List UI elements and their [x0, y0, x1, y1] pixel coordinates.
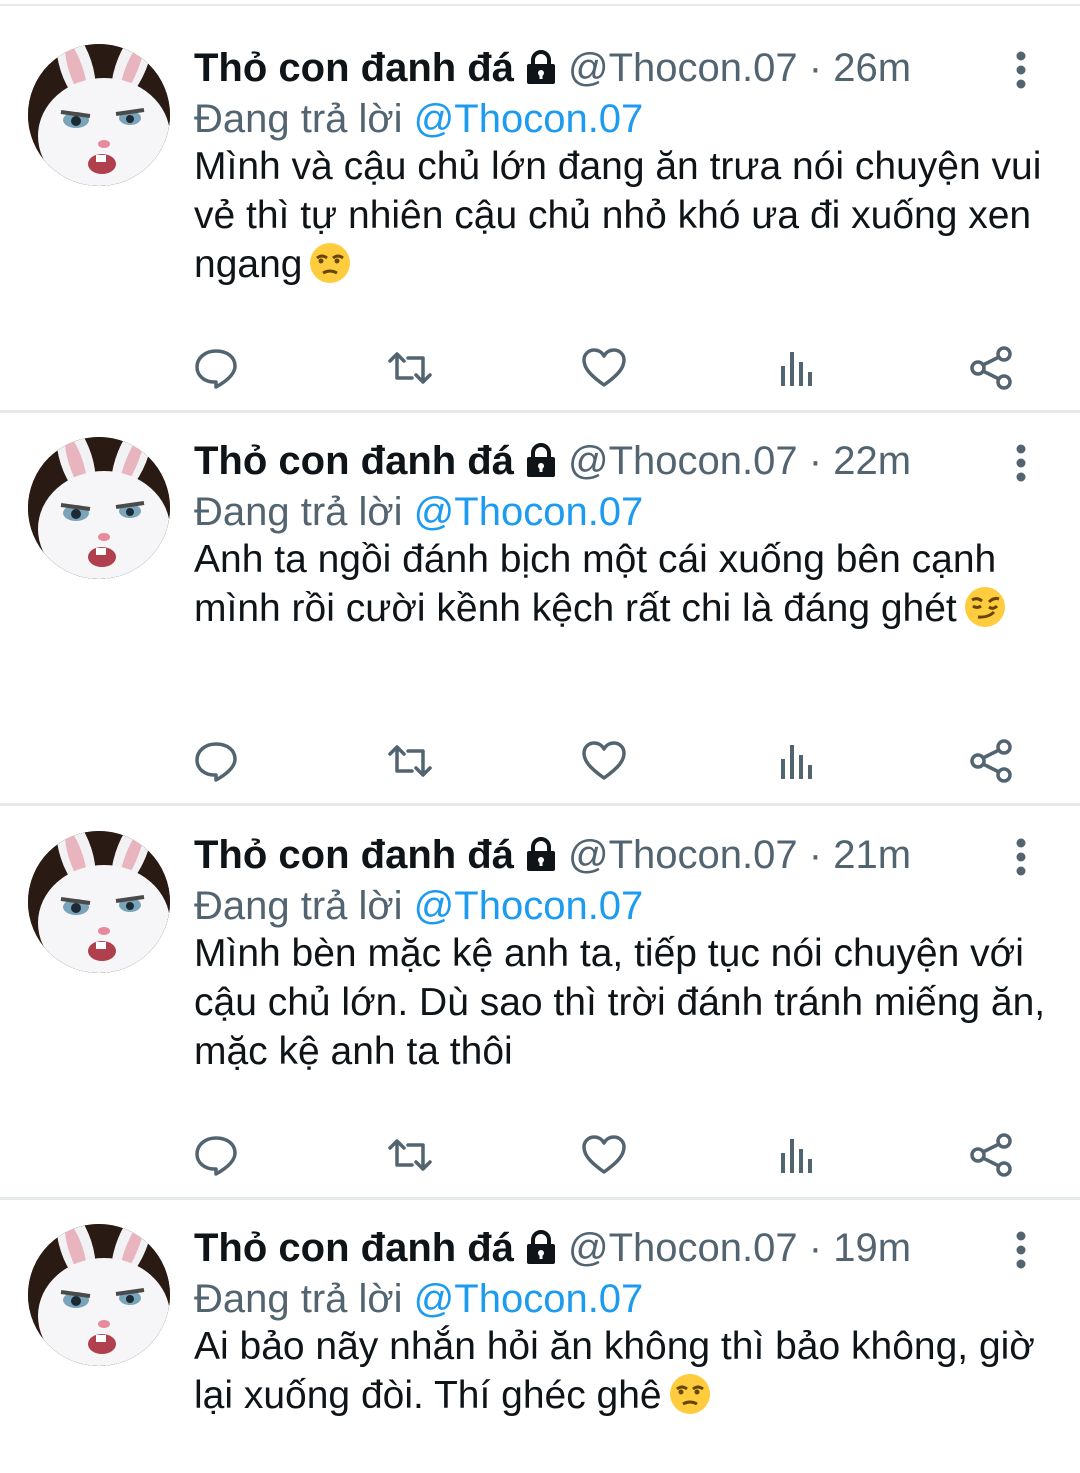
handle[interactable]: @Thocon.07 [568, 1226, 798, 1270]
dot-separator: · [808, 1226, 823, 1270]
share-icon[interactable] [968, 344, 1016, 392]
mention-link[interactable]: @Thocon.07 [414, 1277, 644, 1321]
smirking-face-icon [963, 585, 1007, 641]
handle[interactable]: @Thocon.07 [568, 439, 798, 483]
tweet-header: Thỏ con đanh đá @Thocon.07 · 22m [194, 437, 911, 485]
timestamp[interactable]: 22m [833, 439, 911, 483]
replying-prefix: Đang trả lời [194, 1277, 403, 1321]
tweet-header: Thỏ con đanh đá @Thocon.07 · 26m [194, 44, 911, 92]
bunny-avatar-icon [28, 1224, 170, 1366]
tweet-text: Mình bèn mặc kệ anh ta, tiếp tục nói chu… [194, 929, 1054, 1076]
top-divider [0, 4, 1080, 6]
display-name[interactable]: Thỏ con đanh đá [194, 439, 514, 483]
more-icon[interactable] [1006, 443, 1036, 483]
timestamp[interactable]: 21m [833, 833, 911, 877]
timestamp[interactable]: 19m [833, 1226, 911, 1270]
replying-to: Đang trả lời @Thocon.07 [194, 94, 643, 144]
more-icon[interactable] [1006, 837, 1036, 877]
action-bar [0, 344, 1080, 394]
action-bar [0, 1131, 1080, 1181]
lock-icon [524, 1228, 558, 1276]
handle[interactable]: @Thocon.07 [568, 46, 798, 90]
handle[interactable]: @Thocon.07 [568, 833, 798, 877]
retweet-icon[interactable] [386, 737, 434, 785]
more-icon[interactable] [1006, 50, 1036, 90]
tweet-header: Thỏ con đanh đá @Thocon.07 · 19m [194, 1224, 911, 1272]
unamused-face-icon [308, 241, 352, 297]
replying-prefix: Đang trả lời [194, 884, 403, 928]
mention-link[interactable]: @Thocon.07 [414, 490, 644, 534]
share-icon[interactable] [968, 737, 1016, 785]
tweet-text: Ai bảo nãy nhắn hỏi ăn không thì bảo khô… [194, 1322, 1054, 1428]
mention-link[interactable]: @Thocon.07 [414, 884, 644, 928]
tweet-divider [0, 803, 1080, 806]
action-bar [0, 737, 1080, 787]
like-icon[interactable] [580, 1131, 628, 1179]
retweet-icon[interactable] [386, 1131, 434, 1179]
share-icon[interactable] [968, 1131, 1016, 1179]
like-icon[interactable] [580, 344, 628, 392]
lock-icon [524, 48, 558, 96]
analytics-icon[interactable] [774, 1131, 822, 1179]
mention-link[interactable]: @Thocon.07 [414, 97, 644, 141]
reply-icon[interactable] [192, 344, 240, 392]
lock-icon [524, 835, 558, 883]
replying-to: Đang trả lời @Thocon.07 [194, 1274, 643, 1324]
tweet-text: Mình và cậu chủ lớn đang ăn trưa nói chu… [194, 142, 1054, 297]
bunny-avatar-icon [28, 44, 170, 186]
avatar[interactable] [28, 1224, 170, 1366]
display-name[interactable]: Thỏ con đanh đá [194, 1226, 514, 1270]
like-icon[interactable] [580, 737, 628, 785]
tweet-text-content: Anh ta ngồi đánh bịch một cái xuống bên … [194, 538, 997, 630]
display-name[interactable]: Thỏ con đanh đá [194, 833, 514, 877]
lock-icon [524, 441, 558, 489]
tweet-text: Anh ta ngồi đánh bịch một cái xuống bên … [194, 535, 1054, 641]
avatar[interactable] [28, 44, 170, 186]
replying-prefix: Đang trả lời [194, 490, 403, 534]
analytics-icon[interactable] [774, 737, 822, 785]
bunny-avatar-icon [28, 437, 170, 579]
tweet-text-content: Mình bèn mặc kệ anh ta, tiếp tục nói chu… [194, 932, 1046, 1073]
tweet-divider [0, 1197, 1080, 1200]
display-name[interactable]: Thỏ con đanh đá [194, 46, 514, 90]
retweet-icon[interactable] [386, 344, 434, 392]
dot-separator: · [808, 833, 823, 877]
analytics-icon[interactable] [774, 344, 822, 392]
more-icon[interactable] [1006, 1230, 1036, 1270]
reply-icon[interactable] [192, 1131, 240, 1179]
dot-separator: · [808, 439, 823, 483]
tweet-text-content: Ai bảo nãy nhắn hỏi ăn không thì bảo khô… [194, 1325, 1035, 1417]
replying-to: Đang trả lời @Thocon.07 [194, 487, 643, 537]
replying-to: Đang trả lời @Thocon.07 [194, 881, 643, 931]
timestamp[interactable]: 26m [833, 46, 911, 90]
tweet-divider [0, 410, 1080, 413]
avatar[interactable] [28, 437, 170, 579]
bunny-avatar-icon [28, 831, 170, 973]
reply-icon[interactable] [192, 737, 240, 785]
replying-prefix: Đang trả lời [194, 97, 403, 141]
tweet-header: Thỏ con đanh đá @Thocon.07 · 21m [194, 831, 911, 879]
avatar[interactable] [28, 831, 170, 973]
dot-separator: · [808, 46, 823, 90]
unamused-face-icon [668, 1372, 712, 1428]
